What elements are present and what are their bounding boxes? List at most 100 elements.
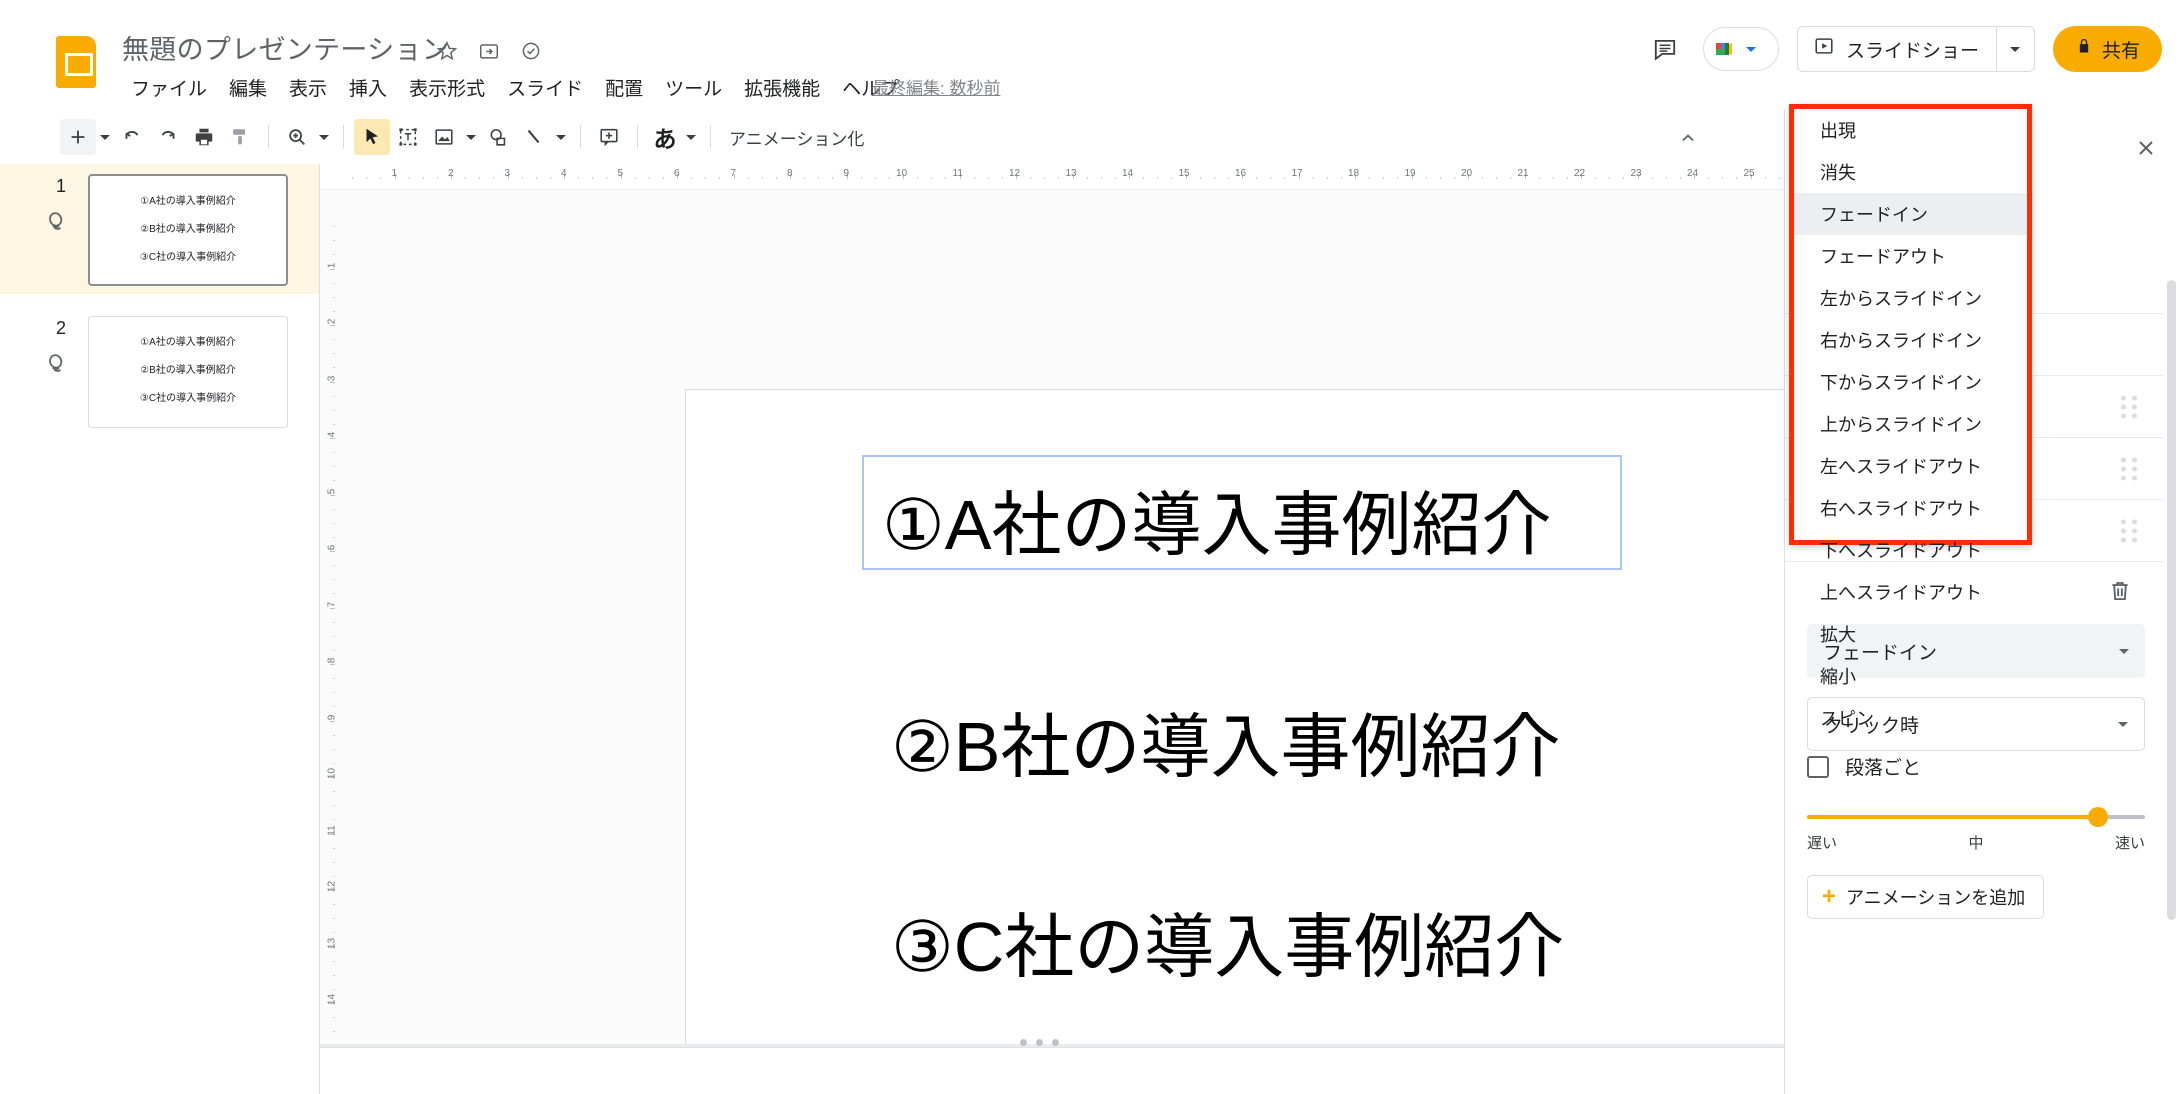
drag-handle-icon[interactable] (2121, 519, 2139, 542)
effect-option-0[interactable]: 出現 (1794, 109, 2027, 151)
redo-button[interactable] (150, 119, 186, 155)
menu-tools[interactable]: ツール (654, 70, 733, 105)
close-icon[interactable] (2130, 132, 2162, 164)
effect-option-2[interactable]: フェードイン (1794, 193, 2027, 235)
insert-image-dropdown[interactable] (462, 119, 480, 155)
insert-image-button[interactable] (426, 119, 462, 155)
effect-option-4[interactable]: 左からスライドイン (1794, 277, 2027, 319)
effect-option-1[interactable]: 消失 (1794, 151, 2027, 193)
top-right-actions: スライドショー 共有 (1645, 26, 2162, 72)
lock-icon (2075, 37, 2093, 61)
menu-extensions[interactable]: 拡張機能 (733, 70, 831, 105)
vertical-ruler[interactable]: 1 2 3 4 5 6 7 8 9 10 11 12 13 14 (320, 190, 346, 1094)
speed-slider[interactable] (1807, 804, 2145, 830)
zoom-button[interactable] (279, 119, 315, 155)
ime-dropdown[interactable] (682, 119, 700, 155)
filmstrip-slide-1[interactable]: 1 ①A社の導入事例紹介 ②B社の導入事例紹介 ③C社の導入事例紹介 (0, 164, 319, 294)
horizontal-ruler[interactable]: 1 2 3 4 5 6 7 8 9 10 11 12 13 14 15 16 17 18 19 20 21 22 23 24 2… (320, 164, 1784, 190)
new-slide-dropdown[interactable] (96, 119, 114, 155)
new-slide-button[interactable] (60, 119, 96, 155)
menu-arrange[interactable]: 配置 (594, 70, 654, 105)
slide-thumbnail[interactable]: ①A社の導入事例紹介 ②B社の導入事例紹介 ③C社の導入事例紹介 (88, 174, 288, 286)
animate-button[interactable]: アニメーション化 (721, 125, 872, 150)
effect-option-9[interactable]: 右へスライドアウト (1794, 487, 2027, 529)
zoom-dropdown[interactable] (315, 119, 333, 155)
effect-option-7[interactable]: 上からスライドイン (1794, 403, 2027, 445)
slider-thumb[interactable] (2087, 807, 2108, 827)
by-paragraph-checkbox-row[interactable]: 段落ごと (1807, 753, 1921, 780)
slideshow-group: スライドショー (1796, 26, 2035, 72)
menu-view[interactable]: 表示 (278, 70, 338, 105)
thumbnail-line: ③C社の導入事例紹介 (139, 252, 237, 263)
effect-option-11[interactable]: 上へスライドアウト (1794, 571, 2027, 613)
effect-type-dropdown-menu[interactable]: 出現 消失 フェードイン フェードアウト 左からスライドイン 右からスライドイン 下からスラ… (1789, 104, 2032, 729)
menu-slide[interactable]: スライド (496, 70, 594, 105)
document-title[interactable]: 無題のプレゼンテーション (122, 28, 449, 67)
last-edit-link[interactable]: 最終編集: 数秒前 (872, 74, 1000, 99)
chevron-down-icon (2119, 648, 2129, 654)
panel-scrollbar[interactable] (2167, 280, 2176, 1090)
ruler-tick-h: 16 (1235, 168, 1247, 179)
effect-option-8[interactable]: 左へスライドアウト (1794, 445, 2027, 487)
textbox-tool-button[interactable] (390, 119, 426, 155)
menu-file[interactable]: ファイル (120, 70, 218, 105)
google-slides-logo-icon[interactable] (56, 36, 96, 88)
top-bar: 無題のプレゼンテーション ファイル 編集 表示 挿入 表示形式 スライド 配置 … (0, 0, 2184, 110)
add-comment-button[interactable] (591, 119, 627, 155)
by-paragraph-checkbox[interactable] (1807, 755, 1829, 778)
ruler-tick-h: 6 (674, 168, 680, 179)
speed-slider-labels: 遅い 中 速い (1807, 832, 2145, 853)
chevron-up-icon[interactable] (1672, 124, 1704, 152)
select-tool-button[interactable] (354, 119, 390, 155)
effect-option-3[interactable]: フェードアウト (1794, 235, 2027, 277)
effect-option-6[interactable]: 下からスライドイン (1794, 361, 2027, 403)
add-animation-button[interactable]: + アニメーションを追加 (1807, 875, 2045, 919)
slideshow-label: スライドショー (1845, 40, 1979, 62)
ruler-tick-v: 14 (326, 993, 338, 1006)
drag-handle-icon[interactable] (2121, 457, 2139, 480)
undo-button[interactable] (114, 119, 150, 155)
google-meet-button[interactable] (1702, 27, 1779, 71)
share-button[interactable]: 共有 (2052, 26, 2162, 72)
effect-option-12[interactable]: 拡大 (1794, 613, 2027, 655)
line-tool-dropdown[interactable] (552, 119, 570, 155)
slideshow-button[interactable]: スライドショー (1796, 26, 1997, 72)
speaker-notes-pane[interactable] (320, 1047, 1784, 1094)
canvas-area: 1 2 3 4 5 6 7 8 9 10 11 12 13 14 15 16 17 18 19 20 21 22 23 24 2… (320, 164, 2087, 1094)
slide-thumbnail[interactable]: ①A社の導入事例紹介 ②B社の導入事例紹介 ③C社の導入事例紹介 (88, 316, 288, 428)
ruler-tick-h: 23 (1630, 168, 1642, 179)
paint-format-button[interactable] (222, 119, 258, 155)
filmstrip-slide-2[interactable]: 2 ①A社の導入事例紹介 ②B社の導入事例紹介 ③C社の導入事例紹介 (0, 306, 319, 436)
print-button[interactable] (186, 119, 222, 155)
slide-text-line-3[interactable]: ③C社の導入事例紹介 (891, 891, 1564, 992)
title-action-icons (434, 38, 544, 64)
trash-icon[interactable] (2107, 578, 2133, 609)
comment-icon[interactable] (1645, 29, 1685, 69)
shape-tool-button[interactable] (480, 119, 516, 155)
star-icon[interactable] (434, 38, 460, 64)
notes-resize-handle[interactable] (1020, 1039, 1059, 1046)
slideshow-dropdown-button[interactable] (1996, 26, 2035, 72)
effect-option-5[interactable]: 右からスライドイン (1794, 319, 2027, 361)
slide-text-line-1[interactable]: ①A社の導入事例紹介 (882, 469, 1551, 570)
slide-text-line-2[interactable]: ②B社の導入事例紹介 (891, 691, 1560, 792)
effect-option-10[interactable]: 下へスライドアウト (1794, 529, 2027, 571)
menu-insert[interactable]: 挿入 (338, 70, 398, 105)
effect-option-14[interactable]: スピン (1794, 697, 2027, 739)
chevron-down-icon[interactable] (1745, 46, 1756, 52)
thumbnail-line: ①A社の導入事例紹介 (140, 337, 236, 348)
google-meet-icon (1712, 38, 1742, 60)
line-tool-button[interactable] (516, 119, 552, 155)
move-to-folder-icon[interactable] (476, 38, 502, 64)
effect-option-13[interactable]: 縮小 (1794, 655, 2027, 697)
cloud-saved-icon[interactable] (518, 38, 544, 64)
share-label: 共有 (2101, 40, 2140, 62)
panel-scrollbar-thumb[interactable] (2167, 280, 2176, 920)
drag-handle-icon[interactable] (2121, 395, 2139, 418)
menu-format[interactable]: 表示形式 (398, 70, 496, 105)
ime-mode-button[interactable]: あ (648, 120, 682, 154)
menu-edit[interactable]: 編集 (218, 70, 278, 105)
slide-number: 1 (56, 176, 67, 196)
ruler-tick-v: 9 (326, 714, 338, 720)
ruler-tick-h: 19 (1404, 168, 1416, 179)
